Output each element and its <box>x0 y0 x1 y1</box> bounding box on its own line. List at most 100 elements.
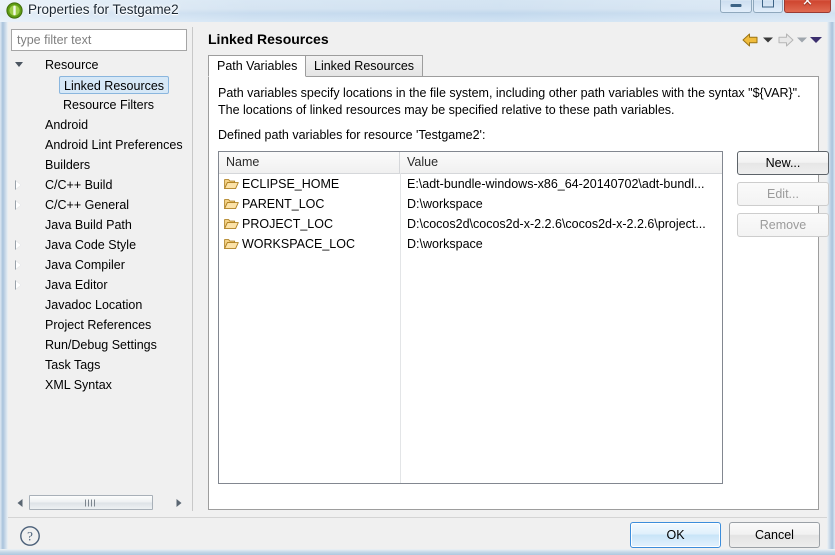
tree-item-android-lint-preferences[interactable]: Android Lint Preferences <box>11 135 187 155</box>
tab-bar: Path Variables Linked Resources <box>208 55 819 77</box>
variable-name: ECLIPSE_HOME <box>242 177 340 191</box>
maximize-icon <box>762 0 774 8</box>
twisty-collapsed-icon[interactable] <box>11 235 27 255</box>
tree-item-label: Java Build Path <box>45 218 132 232</box>
page-navigation <box>741 31 823 49</box>
close-button[interactable]: ✕ <box>784 0 831 13</box>
panel-divider <box>192 27 193 511</box>
maximize-button[interactable] <box>753 0 783 13</box>
tree-item-label: Builders <box>45 158 91 172</box>
scrollbar-thumb[interactable] <box>29 495 153 510</box>
tab-label: Path Variables <box>217 59 298 73</box>
tree-item-java-editor[interactable]: Java Editor <box>11 275 187 295</box>
window-edge-bottom <box>0 549 835 555</box>
cancel-button[interactable]: Cancel <box>729 522 820 548</box>
tree-item-xml-syntax[interactable]: XML Syntax <box>11 375 187 395</box>
tree-item-resource-filters[interactable]: Resource Filters <box>11 95 187 115</box>
variable-name: WORKSPACE_LOC <box>242 237 355 251</box>
tree-item-c-c-build[interactable]: C/C++ Build <box>11 175 187 195</box>
preference-tree[interactable]: Resource Linked Resources Resource Filters… <box>11 55 187 492</box>
twisty-collapsed-icon[interactable] <box>11 255 27 275</box>
variable-name: PROJECT_LOC <box>242 217 333 231</box>
dialog-window: Properties for Testgame2 ✕ type filter t… <box>0 0 835 555</box>
filter-input[interactable]: type filter text <box>11 29 187 51</box>
help-icon: ? <box>20 526 40 546</box>
column-header-name[interactable]: Name <box>219 152 400 173</box>
tree-item-label: XML Syntax <box>45 378 112 392</box>
tree-item-label: Linked Resources <box>59 76 170 94</box>
help-button[interactable]: ? <box>19 525 41 547</box>
back-button[interactable] <box>741 31 761 49</box>
path-variables-panel: Path variables specify locations in the … <box>208 76 829 510</box>
table-header: Name Value <box>219 152 722 174</box>
folder-icon <box>224 176 239 190</box>
twisty-collapsed-icon[interactable] <box>11 195 27 215</box>
tree-item-builders[interactable]: Builders <box>11 155 187 175</box>
folder-icon <box>224 196 239 210</box>
table-row[interactable]: PARENT_LOC D:\workspace <box>219 194 722 214</box>
tree-item-c-c-general[interactable]: C/C++ General <box>11 195 187 215</box>
tree-item-java-build-path[interactable]: Java Build Path <box>11 215 187 235</box>
tab-linked-resources[interactable]: Linked Resources <box>305 55 424 77</box>
description-line-2: The locations of linked resources may be… <box>218 103 675 117</box>
tree-item-label: Java Compiler <box>45 258 125 272</box>
forward-button <box>775 31 795 49</box>
cell-name: PROJECT_LOC <box>219 214 400 234</box>
grip-icon <box>85 499 97 506</box>
scroll-left-button[interactable] <box>11 494 28 511</box>
back-arrow-icon <box>742 33 758 47</box>
page-title: Linked Resources <box>208 31 329 47</box>
tree-item-label: C/C++ General <box>45 198 130 212</box>
tree-item-task-tags[interactable]: Task Tags <box>11 355 187 375</box>
tree-item-run-debug-settings[interactable]: Run/Debug Settings <box>11 335 187 355</box>
variable-name: PARENT_LOC <box>242 197 325 211</box>
tree-item-label: Project References <box>45 318 152 332</box>
chevron-down-icon <box>763 37 773 43</box>
cell-value: D:\workspace <box>407 237 483 251</box>
panel-description: Path variables specify locations in the … <box>218 85 810 119</box>
title-bar: Properties for Testgame2 ✕ <box>0 0 835 22</box>
chevron-down-icon <box>797 37 807 43</box>
tree-item-label: Resource Filters <box>63 98 154 112</box>
tree-item-java-compiler[interactable]: Java Compiler <box>11 255 187 275</box>
tree-item-resource[interactable]: Resource <box>11 55 187 75</box>
cell-value: D:\workspace <box>407 197 483 211</box>
table-row[interactable]: PROJECT_LOC D:\cocos2d\cocos2d-x-2.2.6\co… <box>219 214 722 234</box>
twisty-collapsed-icon[interactable] <box>11 175 27 195</box>
twisty-expanded-icon[interactable] <box>11 55 27 75</box>
close-icon: ✕ <box>802 0 813 9</box>
scroll-right-button[interactable] <box>170 494 187 511</box>
dialog-body: type filter text Resource Linked Resource… <box>8 22 829 549</box>
triangle-icon <box>15 260 21 270</box>
path-variables-table[interactable]: Name Value ECLIPSE_HOME E:\adt-bundle-win… <box>218 151 723 484</box>
tree-item-label: Resource <box>45 58 99 72</box>
window-controls: ✕ <box>719 0 831 22</box>
tree-item-label: Javadoc Location <box>45 298 143 312</box>
table-row[interactable]: WORKSPACE_LOC D:\workspace <box>219 234 722 254</box>
defined-variables-label: Defined path variables for resource 'Tes… <box>218 128 486 142</box>
cell-name: ECLIPSE_HOME <box>219 174 400 194</box>
minimize-button[interactable] <box>720 0 752 13</box>
ok-button[interactable]: OK <box>630 522 721 548</box>
tree-item-java-code-style[interactable]: Java Code Style <box>11 235 187 255</box>
tree-hscrollbar[interactable] <box>11 494 187 511</box>
new-button[interactable]: New... <box>737 151 829 175</box>
back-menu-button[interactable] <box>761 31 775 49</box>
triangle-icon <box>15 280 21 290</box>
tree-item-label: Android Lint Preferences <box>45 138 183 152</box>
table-row[interactable]: ECLIPSE_HOME E:\adt-bundle-windows-x86_64… <box>219 174 722 194</box>
column-header-value[interactable]: Value <box>400 152 722 173</box>
table-body: ECLIPSE_HOME E:\adt-bundle-windows-x86_64… <box>219 174 722 254</box>
twisty-collapsed-icon[interactable] <box>11 275 27 295</box>
tree-item-label: Android <box>45 118 89 132</box>
cell-value: D:\cocos2d\cocos2d-x-2.2.6\cocos2d-x-2.2… <box>407 217 706 231</box>
tab-path-variables[interactable]: Path Variables <box>208 55 307 77</box>
view-menu-button[interactable] <box>809 31 823 49</box>
tree-item-android[interactable]: Android <box>11 115 187 135</box>
tree-item-project-references[interactable]: Project References <box>11 315 187 335</box>
triangle-icon <box>15 180 21 190</box>
tree-item-javadoc-location[interactable]: Javadoc Location <box>11 295 187 315</box>
tree-item-linked-resources[interactable]: Linked Resources <box>11 75 187 95</box>
triangle-icon <box>15 62 23 67</box>
triangle-icon <box>15 200 21 210</box>
